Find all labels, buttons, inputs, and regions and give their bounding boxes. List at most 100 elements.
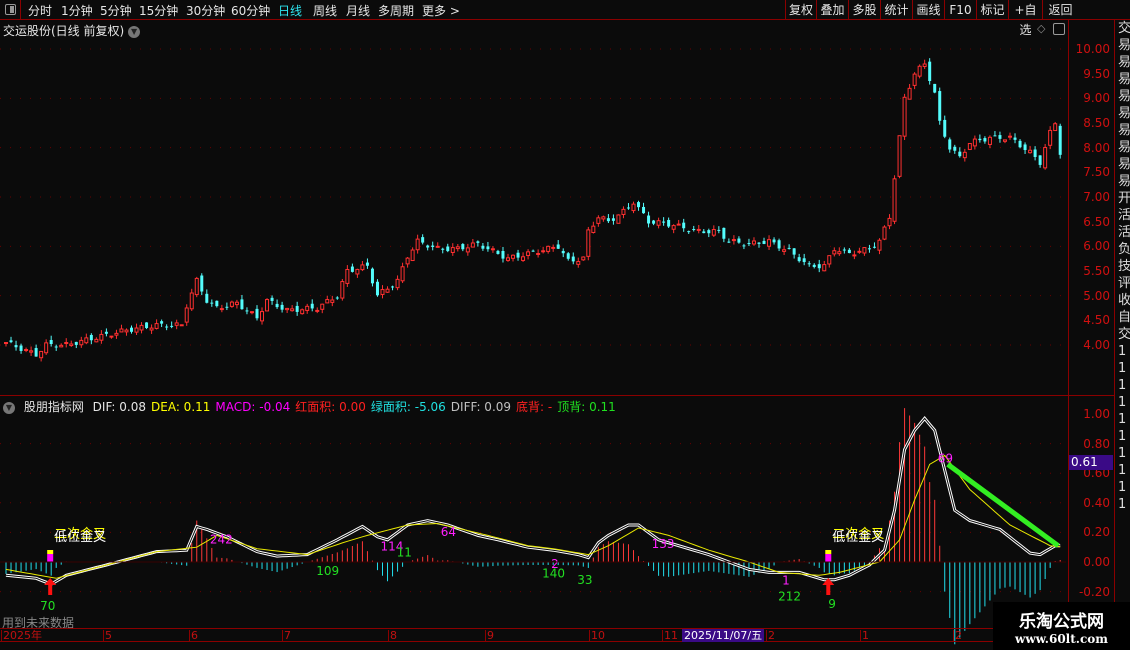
chart-canvas[interactable]: 2421146421331697010911140 332129二次金叉低位金叉二… — [0, 0, 1068, 650]
candle-up — [265, 299, 270, 312]
strip-char: 1 — [1118, 344, 1127, 359]
price-tick: 8.50 — [1083, 115, 1110, 130]
candle-up — [435, 245, 440, 248]
candle-up — [907, 87, 912, 100]
candle-down — [74, 341, 78, 345]
candle-up — [601, 216, 606, 220]
candle-up — [541, 250, 546, 253]
candle-up — [892, 178, 897, 222]
candle-down — [993, 135, 997, 137]
candle-up — [69, 343, 74, 346]
candle-up — [526, 251, 531, 257]
candle-down — [255, 308, 259, 319]
price-tick: 6.00 — [1083, 239, 1110, 254]
strip-char: 易 — [1118, 89, 1130, 104]
candle-up — [696, 228, 701, 231]
candle-up — [249, 311, 254, 314]
chevron-down-icon[interactable]: ▼ — [3, 401, 15, 414]
watermark: 乐淘公式网 www.60lt.com — [993, 602, 1130, 650]
candle-up — [490, 248, 495, 251]
strip-char: 1 — [1118, 395, 1127, 410]
candle-down — [1033, 149, 1037, 157]
time-label: 1 — [860, 629, 869, 642]
candle-up — [44, 342, 49, 354]
time-label: 9 — [485, 629, 494, 642]
indicator-value: 红面积: 0.00 — [295, 400, 366, 414]
candle-down — [872, 246, 876, 248]
candle-down — [461, 244, 465, 250]
candle-up — [285, 307, 290, 311]
candle-up — [631, 203, 636, 212]
candle-up — [465, 247, 470, 253]
candle-up — [857, 250, 862, 253]
candle-up — [576, 261, 581, 265]
price-tick: 7.50 — [1083, 165, 1110, 180]
time-label: 6 — [189, 629, 198, 642]
candle-down — [928, 61, 932, 82]
time-label: 2 — [766, 629, 775, 642]
candle-up — [179, 324, 184, 327]
candle-down — [566, 253, 570, 259]
time-label: 2025年 — [1, 629, 42, 642]
candle-down — [687, 231, 691, 233]
candle-down — [446, 246, 450, 252]
candle-up — [782, 249, 787, 252]
strip-char: 易 — [1118, 157, 1130, 172]
candle-up — [837, 251, 842, 255]
candle-up — [591, 225, 596, 234]
strip-char: 开 — [1118, 191, 1130, 206]
candle-up — [511, 254, 516, 259]
strip-char: 易 — [1118, 72, 1130, 87]
strip-char: 1 — [1118, 463, 1127, 478]
candle-up — [405, 257, 410, 265]
right-info-strip: 交易易易易易易易易易开活活负技评收自交1111111111 — [1116, 20, 1130, 630]
candle-down — [943, 119, 947, 137]
candle-down — [1038, 155, 1042, 165]
panel-divider — [0, 395, 1115, 396]
candle-down — [611, 218, 615, 221]
candle-down — [375, 281, 379, 296]
candle-down — [104, 331, 108, 334]
indicator-value: 底背: - — [516, 400, 553, 414]
price-axis: 10.00 9.50 9.00 8.50 8.00 7.50 7.00 6.50 6.00 5.5… — [1068, 20, 1115, 630]
candle-up — [967, 143, 972, 150]
candle-up — [415, 238, 420, 251]
candle-down — [667, 219, 671, 227]
candle-down — [240, 299, 244, 310]
time-label: 5 — [103, 629, 112, 642]
candle-down — [210, 302, 214, 304]
candle-up — [1028, 149, 1033, 154]
candle-up — [621, 208, 626, 215]
candle-up — [922, 63, 927, 67]
price-tick: 6.50 — [1083, 214, 1110, 229]
candle-up — [972, 138, 977, 147]
candle-down — [626, 207, 630, 209]
time-cursor-label: 2025/11/07/五 — [682, 629, 765, 642]
watermark-name: 乐淘公式网 — [1019, 612, 1104, 632]
strip-char: 交 — [1118, 21, 1130, 36]
candle-down — [757, 242, 761, 244]
candle-down — [722, 227, 726, 239]
candle-down — [983, 138, 987, 142]
candle-down — [812, 264, 816, 267]
candle-down — [370, 268, 374, 284]
bottom-count-label: 212 — [778, 589, 801, 603]
low-golden-cross-text: 低位金叉 — [54, 529, 106, 545]
candle-up — [320, 303, 325, 310]
candle-up — [174, 322, 179, 326]
candle-up — [1008, 135, 1012, 138]
candle-down — [245, 310, 249, 312]
candle-down — [777, 240, 781, 249]
candle-down — [335, 297, 339, 299]
top-count-label: 133 — [652, 537, 675, 551]
indicator-name[interactable]: 股朋指标网 — [24, 400, 84, 414]
candle-up — [917, 65, 922, 77]
strip-char: 技 — [1118, 259, 1130, 274]
strip-char: 易 — [1118, 140, 1130, 155]
candle-up — [671, 225, 676, 230]
candle-up — [94, 338, 99, 343]
candle-down — [225, 306, 229, 308]
candle-down — [501, 251, 505, 259]
strip-char: 1 — [1118, 412, 1127, 427]
candle-down — [441, 248, 445, 250]
